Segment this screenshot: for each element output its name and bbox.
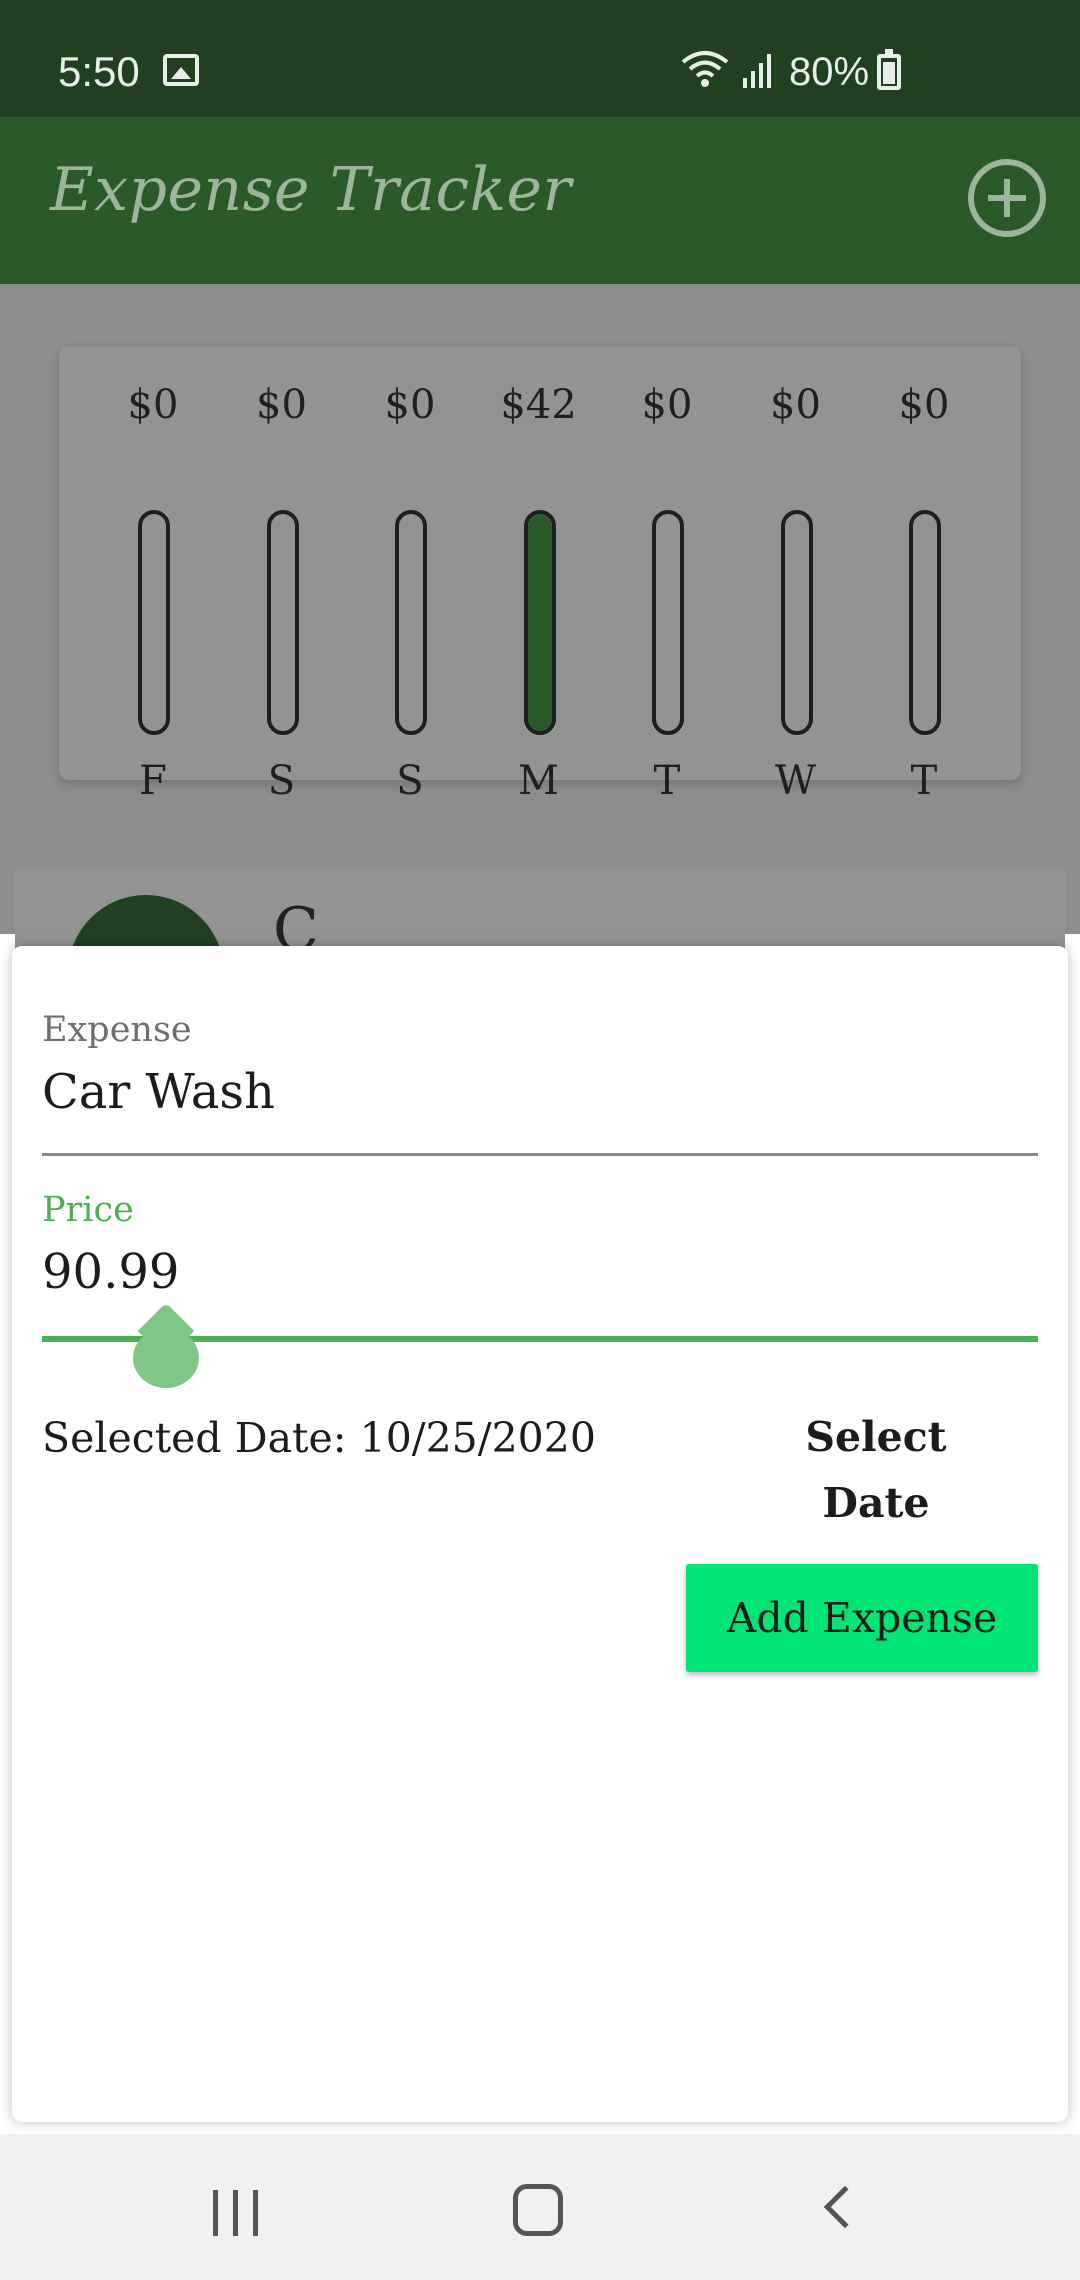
weekly-chart: $0 F $0 S $0 S $42 M $0 T $0 W $0 T (59, 346, 1021, 804)
bar-track (780, 510, 813, 735)
bar-track (909, 510, 941, 735)
bar-fill (527, 514, 552, 731)
expense-label: Expense (42, 1010, 192, 1050)
bar-day-label: F (139, 758, 167, 804)
price-slider[interactable] (42, 1302, 1038, 1388)
status-time: 5:50 (58, 48, 140, 95)
battery-charging-icon (877, 49, 901, 90)
add-expense-button[interactable]: Add Expense (686, 1564, 1038, 1672)
bar-column: $0 T (617, 346, 717, 804)
bar-track (138, 510, 170, 735)
bar-column: $0 S (360, 346, 460, 804)
wifi-icon (681, 51, 729, 87)
background-content: $0 F $0 S $0 S $42 M $0 T $0 W $0 T C (0, 284, 1080, 1051)
app-bar: Expense Tracker (0, 117, 1080, 284)
bar-amount-label: $0 (127, 382, 179, 428)
bar-column: $42 M (489, 346, 589, 804)
back-icon[interactable] (823, 2185, 867, 2229)
navigation-bar (0, 2134, 1080, 2280)
home-icon[interactable] (513, 2184, 563, 2236)
bar-track (395, 510, 427, 735)
bar-day-label: T (653, 758, 681, 804)
bar-column: $0 F (103, 346, 203, 804)
app-title: Expense Tracker (50, 155, 572, 225)
bar-track (266, 510, 299, 735)
bar-day-label: M (518, 758, 559, 804)
expense-underline (42, 1153, 1038, 1156)
bar-amount-label: $0 (770, 382, 821, 428)
bar-amount-label: $0 (256, 382, 307, 428)
status-bar: 5:50 80% (0, 0, 1080, 117)
bar-track (652, 510, 684, 735)
bar-day-label: T (910, 758, 938, 804)
signal-icon (743, 54, 771, 88)
bar-column: $0 W (746, 346, 846, 804)
expense-input[interactable]: Car Wash (42, 1064, 275, 1120)
bar-column: $0 T (874, 346, 974, 804)
bar-amount-label: $0 (384, 382, 436, 428)
slider-thumb[interactable] (132, 1302, 199, 1388)
bar-day-label: S (396, 758, 424, 804)
add-circle-icon[interactable] (968, 159, 1046, 237)
select-date-button[interactable]: Select Date (756, 1404, 996, 1527)
battery-percent: 80% (789, 50, 870, 94)
bar-day-label: W (774, 758, 817, 804)
price-input[interactable]: 90.99 (42, 1244, 179, 1300)
selected-date-text: Selected Date: 10/25/2020 (42, 1414, 596, 1462)
price-label: Price (42, 1190, 134, 1230)
bar-column: $0 S (232, 346, 332, 804)
bar-track (523, 510, 556, 735)
add-expense-sheet: Expense Car Wash Price 90.99 Selected Da… (12, 946, 1068, 2122)
bar-amount-label: $42 (500, 382, 577, 428)
bar-day-label: S (267, 758, 296, 804)
bar-amount-label: $0 (898, 382, 950, 428)
recents-icon[interactable] (213, 2190, 259, 2236)
image-icon (163, 54, 199, 86)
bar-amount-label: $0 (641, 382, 693, 428)
